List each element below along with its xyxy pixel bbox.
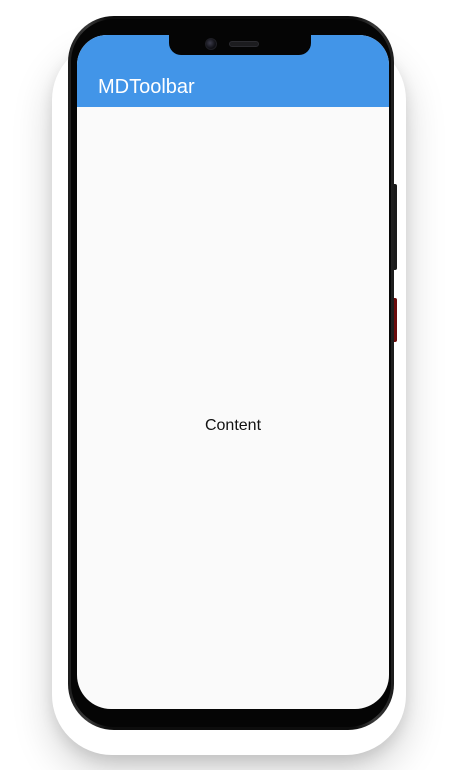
- phone-bezel: MDToolbar Content: [71, 19, 391, 727]
- phone-frame: MDToolbar Content: [68, 16, 397, 730]
- earpiece-speaker-icon: [229, 41, 259, 47]
- front-camera-icon: [205, 38, 217, 50]
- volume-button: [394, 298, 397, 342]
- toolbar-title: MDToolbar: [98, 76, 195, 98]
- power-button: [394, 184, 397, 270]
- content-area: Content: [77, 107, 389, 709]
- app-screen: MDToolbar Content: [77, 35, 389, 709]
- content-label: Content: [204, 417, 262, 434]
- stage: MDToolbar Content: [0, 0, 458, 770]
- screen-notch: [169, 35, 311, 55]
